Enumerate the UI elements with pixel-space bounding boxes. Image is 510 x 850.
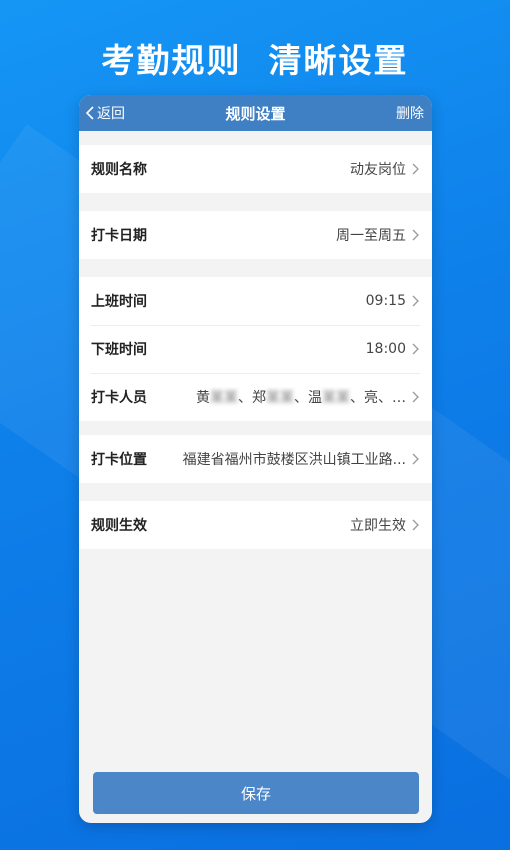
save-button[interactable]: 保存 (93, 772, 419, 814)
start-time-label: 上班时间 (91, 294, 147, 310)
location-group: 打卡位置 福建省福州市鼓楼区洪山镇工业路... (79, 435, 432, 483)
page-title: 规则设置 (225, 104, 286, 123)
rule-name-label: 规则名称 (91, 162, 147, 178)
rule-name-row[interactable]: 规则名称 动友岗位 (79, 145, 432, 193)
check-date-value: 周一至周五 (336, 228, 406, 244)
location-row[interactable]: 打卡位置 福建省福州市鼓楼区洪山镇工业路... (79, 435, 432, 483)
time-members-group: 上班时间 09:15 下班时间 18:00 打卡人员 黄某某、郑某某、温某某、亮… (79, 277, 432, 421)
blurred-name: 某某 (266, 390, 294, 406)
chevron-right-icon (412, 163, 419, 175)
delete-button[interactable]: 删除 (396, 95, 424, 131)
location-label: 打卡位置 (91, 452, 147, 468)
chevron-right-icon (412, 519, 419, 531)
members-row[interactable]: 打卡人员 黄某某、郑某某、温某某、亮、… (79, 373, 432, 421)
member-name: 亮 (364, 390, 378, 406)
effective-group: 规则生效 立即生效 (79, 501, 432, 549)
effective-label: 规则生效 (91, 518, 147, 534)
start-time-value: 09:15 (365, 293, 406, 309)
members-value: 黄某某、郑某某、温某某、亮、… (196, 390, 406, 406)
check-date-group: 打卡日期 周一至周五 (79, 211, 432, 259)
member-name: 郑 (252, 390, 266, 406)
check-date-label: 打卡日期 (91, 228, 147, 244)
phone-screen: 返回 规则设置 删除 规则名称 动友岗位 打卡日期 周一至周五 上班时间 09:… (79, 95, 432, 823)
location-value: 福建省福州市鼓楼区洪山镇工业路... (182, 452, 406, 468)
end-time-row[interactable]: 下班时间 18:00 (79, 325, 432, 373)
blurred-name: 某某 (322, 390, 350, 406)
effective-value: 立即生效 (350, 518, 406, 534)
chevron-right-icon (412, 295, 419, 307)
members-label: 打卡人员 (91, 390, 147, 406)
chevron-right-icon (412, 343, 419, 355)
chevron-right-icon (412, 453, 419, 465)
member-name: 温 (308, 390, 322, 406)
blurred-name: 某某 (210, 390, 238, 406)
navbar: 返回 规则设置 删除 (79, 95, 432, 131)
promo-title: 考勤规则 清晰设置 (101, 41, 409, 80)
chevron-right-icon (412, 391, 419, 403)
check-date-row[interactable]: 打卡日期 周一至周五 (79, 211, 432, 259)
chevron-right-icon (412, 229, 419, 241)
start-time-row[interactable]: 上班时间 09:15 (79, 277, 432, 325)
end-time-value: 18:00 (365, 341, 406, 357)
end-time-label: 下班时间 (91, 342, 147, 358)
rule-name-group: 规则名称 动友岗位 (79, 145, 432, 193)
effective-row[interactable]: 规则生效 立即生效 (79, 501, 432, 549)
member-name: 黄 (196, 390, 210, 406)
rule-name-value: 动友岗位 (350, 162, 406, 178)
